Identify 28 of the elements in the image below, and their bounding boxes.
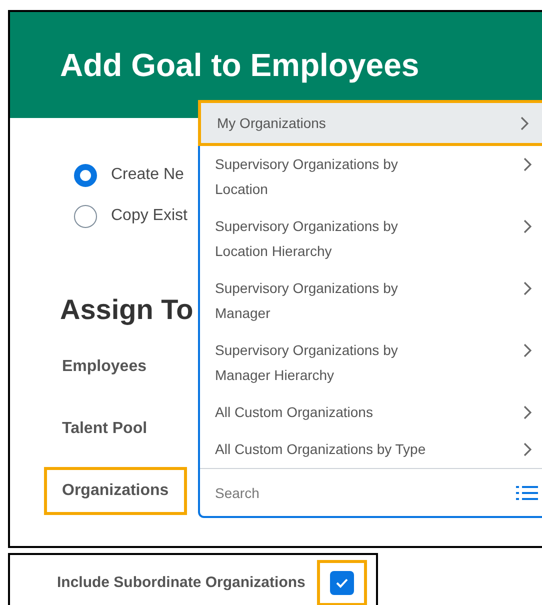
menu-item[interactable]: My Organizations <box>198 100 542 146</box>
menu-item[interactable]: Supervisory Organizations by Location Hierarchy <box>200 208 542 270</box>
menu-item[interactable]: All Custom Organizations by Type <box>200 431 542 468</box>
field-label: Employees <box>61 357 148 377</box>
radio-label: Create Ne <box>111 165 184 185</box>
checkmark-icon <box>336 578 348 588</box>
list-icon[interactable] <box>516 484 538 500</box>
radio-button[interactable] <box>74 164 97 186</box>
menu-item[interactable]: Supervisory Organizations by Manager Hierarchy <box>200 332 542 394</box>
radio-label: Copy Exist <box>111 206 188 226</box>
chevron-right-icon <box>523 442 532 457</box>
menu-item[interactable]: Supervisory Organizations by Manager <box>200 270 542 332</box>
chevron-right-icon <box>523 405 532 420</box>
chevron-right-icon <box>523 219 532 234</box>
menu-item[interactable]: All Custom Organizations <box>200 394 542 431</box>
chevron-right-icon <box>523 343 532 358</box>
checkbox[interactable] <box>330 571 354 595</box>
field-label: Organizations <box>44 467 187 515</box>
section-title: Assign To <box>60 296 194 324</box>
menu-item[interactable]: Supervisory Organizations by Location <box>200 146 542 208</box>
radio-button[interactable] <box>74 204 97 228</box>
page-title: Add Goal to Employees <box>60 49 420 81</box>
chevron-right-icon <box>523 281 532 296</box>
chevron-right-icon <box>520 116 529 130</box>
field-label: Talent Pool <box>61 419 148 439</box>
chevron-right-icon <box>523 157 532 172</box>
checkbox-label: Include Subordinate Organizations <box>57 572 306 593</box>
search-field[interactable]: Search <box>215 472 516 512</box>
